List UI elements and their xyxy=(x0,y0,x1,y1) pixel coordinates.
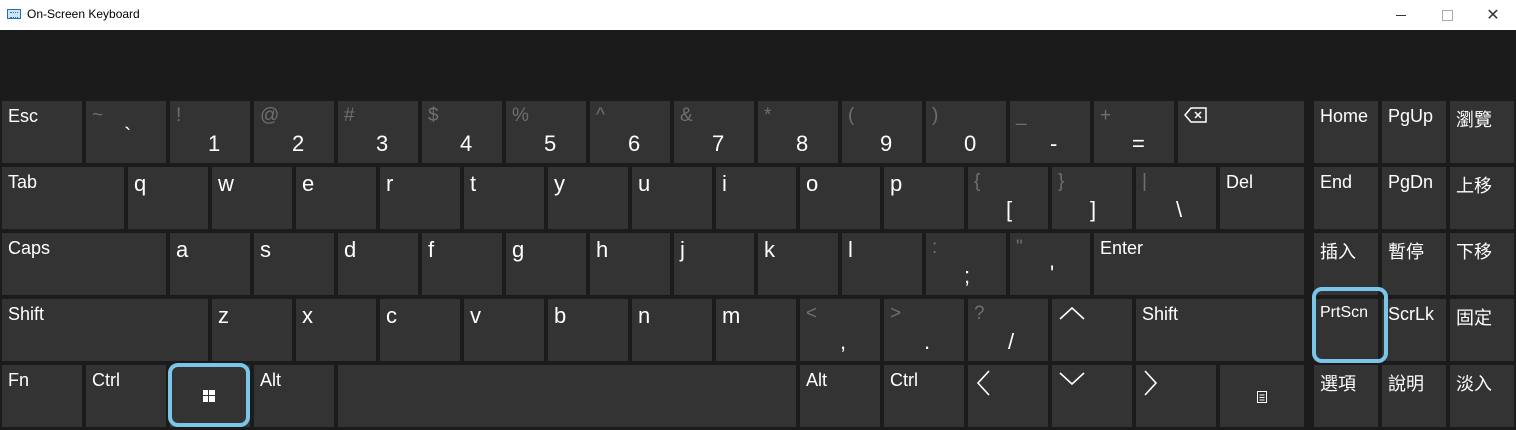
key-insert[interactable]: 插入 xyxy=(1314,233,1378,295)
key-enter[interactable]: Enter xyxy=(1094,233,1304,295)
title-bar: On-Screen Keyboard ✕ xyxy=(0,0,1516,30)
key-esc[interactable]: Esc xyxy=(2,101,82,163)
key-comma[interactable]: <, xyxy=(800,299,880,361)
key-right-bracket[interactable]: }] xyxy=(1052,167,1132,229)
key-left-bracket[interactable]: {[ xyxy=(968,167,1048,229)
key-ctrl-right[interactable]: Ctrl xyxy=(884,365,964,427)
key-x[interactable]: x xyxy=(296,299,376,361)
key-quote[interactable]: " ' xyxy=(1010,233,1090,295)
key-8[interactable]: * 8 xyxy=(758,101,838,163)
key-u[interactable]: u xyxy=(632,167,712,229)
key-caps[interactable]: Caps xyxy=(2,233,166,295)
key-browse[interactable]: 瀏覽 xyxy=(1450,101,1514,163)
key-backspace[interactable] xyxy=(1178,101,1304,163)
key-equal[interactable]: + = xyxy=(1094,101,1174,163)
key-semicolon[interactable]: :; xyxy=(926,233,1006,295)
key-alt-left[interactable]: Alt xyxy=(254,365,334,427)
key-l[interactable]: l xyxy=(842,233,922,295)
key-3[interactable]: #3 xyxy=(338,101,418,163)
key-home[interactable]: Home xyxy=(1314,101,1378,163)
key-p[interactable]: p xyxy=(884,167,964,229)
key-m[interactable]: m xyxy=(716,299,796,361)
prtscn-key-highlight xyxy=(1312,287,1388,363)
key-c[interactable]: c xyxy=(380,299,460,361)
key-ctrl-left[interactable]: Ctrl xyxy=(86,365,166,427)
key-1[interactable]: ! 1 xyxy=(170,101,250,163)
key-a[interactable]: a xyxy=(170,233,250,295)
key-del[interactable]: Del xyxy=(1220,167,1304,229)
key-b[interactable]: b xyxy=(548,299,628,361)
minimize-icon xyxy=(1396,14,1406,16)
close-icon: ✕ xyxy=(1486,5,1500,24)
chevron-right-icon xyxy=(1142,369,1160,402)
key-k[interactable]: k xyxy=(758,233,838,295)
key-j[interactable]: j xyxy=(674,233,754,295)
windows-key-highlight xyxy=(168,363,250,427)
key-arrow-down[interactable] xyxy=(1052,365,1132,427)
maximize-button[interactable] xyxy=(1424,0,1470,30)
close-button[interactable]: ✕ xyxy=(1470,0,1516,30)
menu-icon xyxy=(1257,390,1267,408)
key-6[interactable]: ^ 6 xyxy=(590,101,670,163)
minimize-button[interactable] xyxy=(1378,0,1424,30)
key-shift-left[interactable]: Shift xyxy=(2,299,208,361)
key-fade[interactable]: 淡入 xyxy=(1450,365,1514,427)
key-options[interactable]: 選項 xyxy=(1314,365,1378,427)
key-n[interactable]: n xyxy=(632,299,712,361)
backspace-icon xyxy=(1184,107,1208,128)
key-5[interactable]: % 5 xyxy=(506,101,586,163)
key-2[interactable]: @2 xyxy=(254,101,334,163)
key-z[interactable]: z xyxy=(212,299,292,361)
key-s[interactable]: s xyxy=(254,233,334,295)
key-i[interactable]: i xyxy=(716,167,796,229)
keyboard-app-icon xyxy=(7,9,21,19)
key-tab[interactable]: Tab xyxy=(2,167,124,229)
key-end[interactable]: End xyxy=(1314,167,1378,229)
key-move-up[interactable]: 上移 xyxy=(1450,167,1514,229)
key-backtick[interactable]: ~ ` xyxy=(86,101,166,163)
key-arrow-right[interactable] xyxy=(1136,365,1216,427)
chevron-up-icon xyxy=(1058,305,1086,326)
key-g[interactable]: g xyxy=(506,233,586,295)
key-help[interactable]: 說明 xyxy=(1382,365,1446,427)
key-v[interactable]: v xyxy=(464,299,544,361)
key-w[interactable]: w xyxy=(212,167,292,229)
key-r[interactable]: r xyxy=(380,167,460,229)
key-7[interactable]: & 7 xyxy=(674,101,754,163)
key-4[interactable]: $4 xyxy=(422,101,502,163)
key-minus[interactable]: _ - xyxy=(1010,101,1090,163)
key-pgup[interactable]: PgUp xyxy=(1382,101,1446,163)
window-title: On-Screen Keyboard xyxy=(27,7,140,21)
key-move-down[interactable]: 下移 xyxy=(1450,233,1514,295)
key-q[interactable]: q xyxy=(128,167,208,229)
key-f[interactable]: f xyxy=(422,233,502,295)
key-period[interactable]: >. xyxy=(884,299,964,361)
key-shift-right[interactable]: Shift xyxy=(1136,299,1304,361)
key-menu[interactable] xyxy=(1220,365,1304,427)
key-pause[interactable]: 暫停 xyxy=(1382,233,1446,295)
key-d[interactable]: d xyxy=(338,233,418,295)
key-dock[interactable]: 固定 xyxy=(1450,299,1514,361)
key-y[interactable]: y xyxy=(548,167,628,229)
key-9[interactable]: (9 xyxy=(842,101,922,163)
chevron-down-icon xyxy=(1058,371,1086,392)
key-e[interactable]: e xyxy=(296,167,376,229)
key-0[interactable]: ) 0 xyxy=(926,101,1006,163)
maximize-icon xyxy=(1441,9,1453,21)
key-slash[interactable]: ? / xyxy=(968,299,1048,361)
key-alt-right[interactable]: Alt xyxy=(800,365,880,427)
key-o[interactable]: o xyxy=(800,167,880,229)
key-arrow-left[interactable] xyxy=(968,365,1048,427)
key-pgdn[interactable]: PgDn xyxy=(1382,167,1446,229)
chevron-left-icon xyxy=(974,369,992,402)
key-t[interactable]: t xyxy=(464,167,544,229)
key-space[interactable] xyxy=(338,365,796,427)
key-arrow-up[interactable] xyxy=(1052,299,1132,361)
key-scrlk[interactable]: ScrLk xyxy=(1382,299,1446,361)
key-fn[interactable]: Fn xyxy=(2,365,82,427)
key-backslash[interactable]: | \ xyxy=(1136,167,1216,229)
key-h[interactable]: h xyxy=(590,233,670,295)
